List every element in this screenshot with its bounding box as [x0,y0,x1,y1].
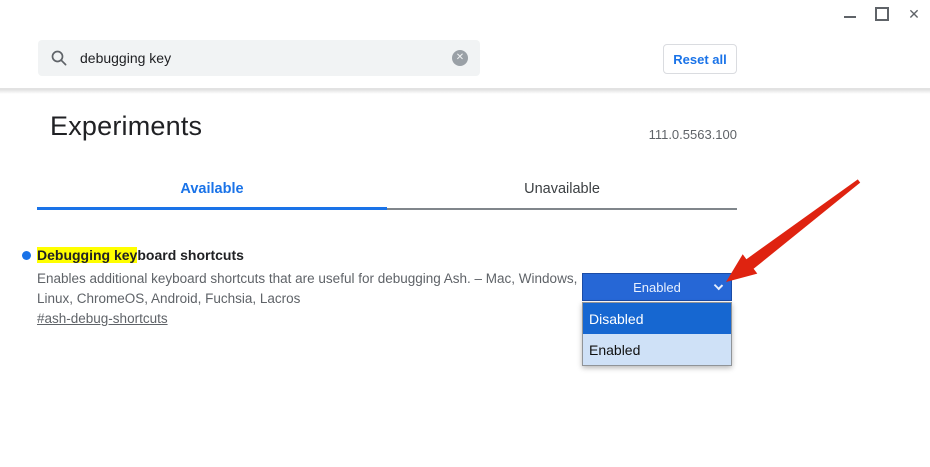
minimize-button[interactable] [836,2,864,26]
maximize-button[interactable] [868,2,896,26]
search-input[interactable] [78,49,452,67]
flag-bullet-icon [22,251,31,260]
maximize-icon [875,7,889,21]
close-button[interactable]: ✕ [900,2,928,26]
flag-select-dropdown: Disabled Enabled [582,302,732,366]
header-divider [0,88,930,94]
search-icon [50,49,68,67]
clear-search-icon[interactable]: ✕ [452,50,468,66]
flag-select[interactable]: Enabled [582,273,732,301]
tab-available[interactable]: Available [37,170,387,210]
search-box: ✕ [38,40,480,76]
flag-select-value: Enabled [633,279,681,295]
flag-description: Enables additional keyboard shortcuts th… [37,271,578,306]
reset-all-button[interactable]: Reset all [663,44,737,74]
flag-title-search-highlight: Debugging key [37,247,138,263]
flag-title-rest: board shortcuts [137,247,244,263]
tab-unavailable[interactable]: Unavailable [387,170,737,210]
option-enabled[interactable]: Enabled [583,334,731,365]
annotation-arrow-shape [726,179,861,282]
close-icon: ✕ [908,6,920,22]
page-title: Experiments [50,111,203,141]
option-disabled[interactable]: Disabled [583,303,731,334]
version-number: 111.0.5563.100 [648,127,737,142]
flag-title: Debugging keyboard shortcuts [37,247,244,263]
chevron-down-icon [713,280,724,291]
window-controls: ✕ [836,2,928,26]
minimize-icon [844,16,856,18]
tab-bar: Available Unavailable [37,170,737,210]
flag-permalink[interactable]: #ash-debug-shortcuts [37,311,168,326]
